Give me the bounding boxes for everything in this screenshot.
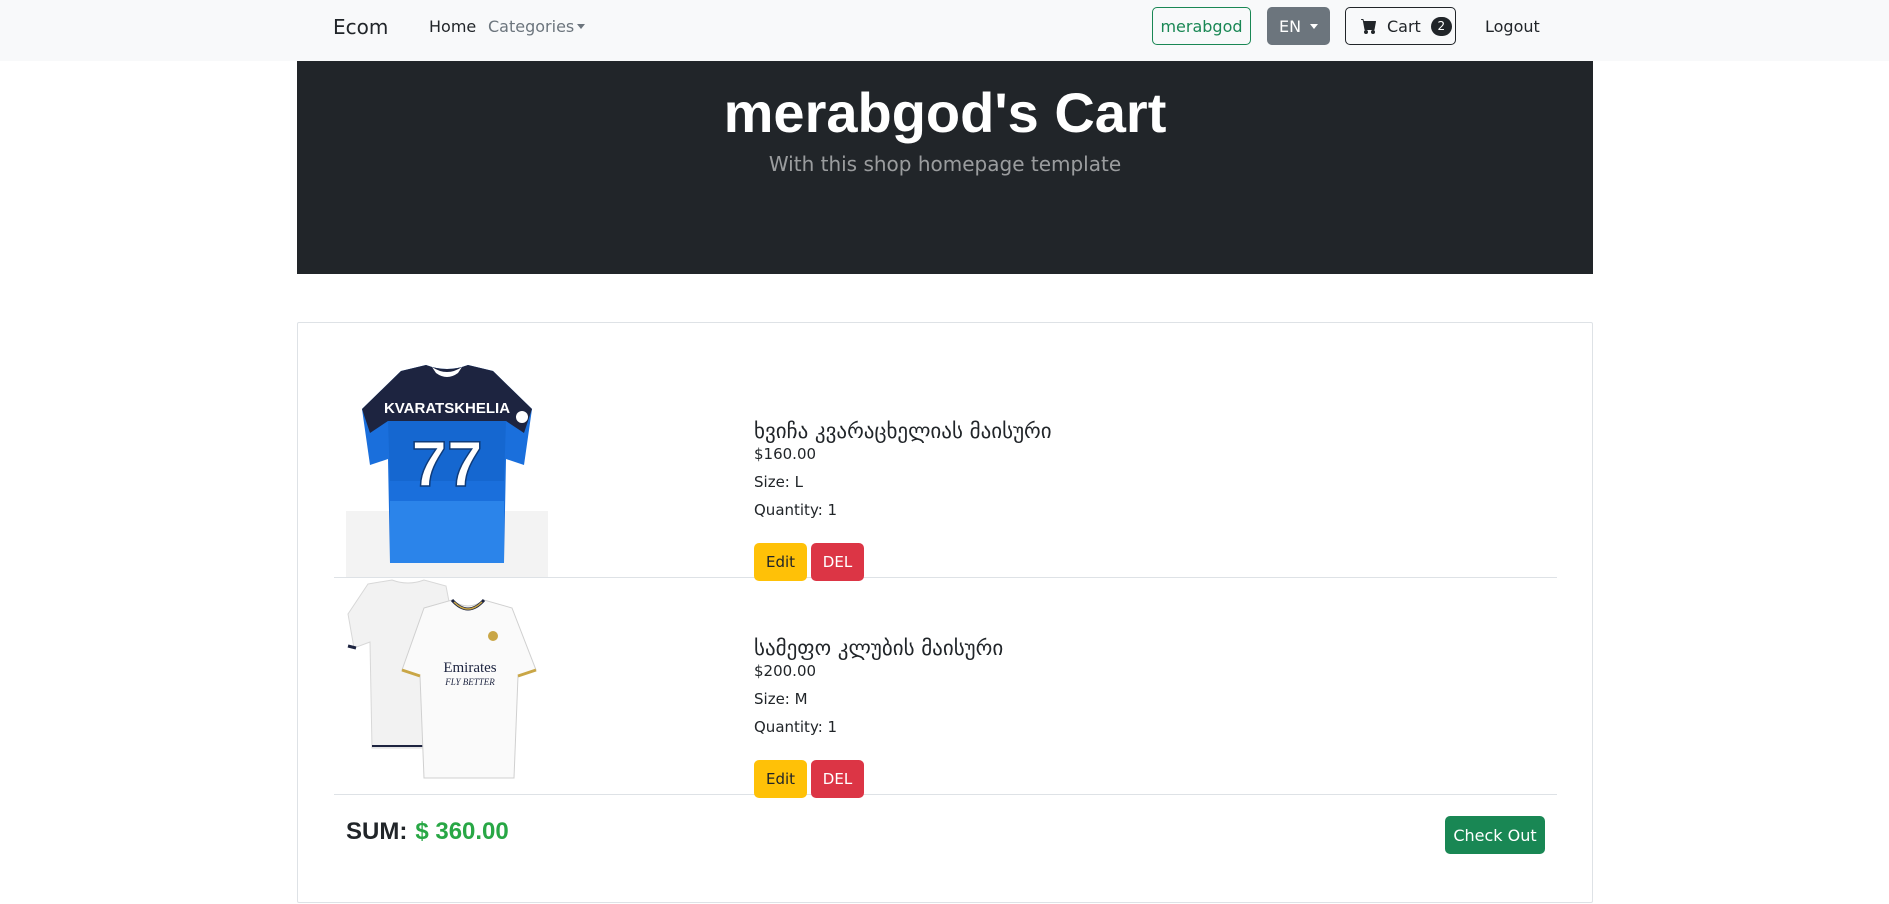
cart-sum: SUM: $ 360.00 (346, 817, 509, 847)
page-title: merabgod's Cart (723, 81, 1167, 144)
cart-card: KVARATSKHELIA 77 ხვიჩა კვარაცხელიას მაის… (297, 322, 1593, 903)
brand-link[interactable]: Ecom (333, 15, 388, 39)
product-name: სამეფო კლუბის მაისური (754, 636, 1004, 660)
product-image-white-jersey: Emirates FLY BETTER (346, 578, 548, 794)
cart-button[interactable]: Cart 2 (1345, 7, 1456, 45)
chevron-down-icon (577, 24, 586, 29)
nav-categories-label: Categories (488, 17, 575, 36)
product-size: Size: M (754, 690, 808, 708)
logout-link[interactable]: Logout (1485, 17, 1540, 37)
delete-button[interactable]: DEL (811, 760, 864, 798)
cart-label: Cart (1387, 16, 1421, 36)
sum-value: $ 360.00 (415, 818, 509, 845)
edit-button[interactable]: Edit (754, 760, 807, 798)
cart-item: Emirates FLY BETTER სამეფო კლუბის მაისურ… (334, 578, 1557, 798)
delete-button[interactable]: DEL (811, 543, 864, 581)
jersey-sponsor: Emirates (443, 660, 496, 676)
item-actions: Edit DEL (754, 760, 1003, 798)
sum-label: SUM: (346, 818, 408, 845)
product-size: Size: L (754, 473, 803, 491)
product-quantity: Quantity: 1 (754, 501, 838, 519)
cart-icon (1361, 19, 1376, 34)
checkout-button[interactable]: Check Out (1445, 816, 1545, 854)
user-profile-label: merabgod (1160, 16, 1243, 36)
product-price: $200.00 (754, 662, 817, 680)
jersey-number: 77 (411, 428, 482, 500)
edit-button[interactable]: Edit (754, 543, 807, 581)
page-subtitle: With this shop homepage template (768, 152, 1122, 176)
product-image-blue-jersey: KVARATSKHELIA 77 (346, 361, 548, 577)
language-dropdown-button[interactable]: EN (1267, 7, 1330, 45)
cart-item: KVARATSKHELIA 77 ხვიჩა კვარაცხელიას მაის… (334, 361, 1557, 581)
item-actions: Edit DEL (754, 543, 1052, 581)
user-profile-button[interactable]: merabgod (1152, 7, 1251, 45)
top-navbar: Ecom Home Categories merabgod EN Cart 2 … (0, 0, 1889, 61)
nav-categories-dropdown[interactable]: Categories (488, 17, 586, 37)
cart-item-info: ხვიჩა კვარაცხელიას მაისური $160.00 Size:… (754, 418, 1052, 581)
product-name: ხვიჩა კვარაცხელიას მაისური (754, 419, 1052, 443)
jersey-player-name: KVARATSKHELIA (384, 400, 510, 417)
nav-home-link[interactable]: Home (429, 17, 476, 37)
product-price: $160.00 (754, 445, 817, 463)
jersey-sponsor-tagline: FLY BETTER (444, 677, 495, 687)
page-header: merabgod's Cart With this shop homepage … (297, 61, 1593, 274)
chevron-down-icon (1310, 23, 1319, 29)
cart-item-info: სამეფო კლუბის მაისური $200.00 Size: M Qu… (754, 635, 1003, 798)
cart-count-badge: 2 (1430, 16, 1452, 36)
language-label: EN (1278, 16, 1302, 36)
product-quantity: Quantity: 1 (754, 718, 838, 736)
